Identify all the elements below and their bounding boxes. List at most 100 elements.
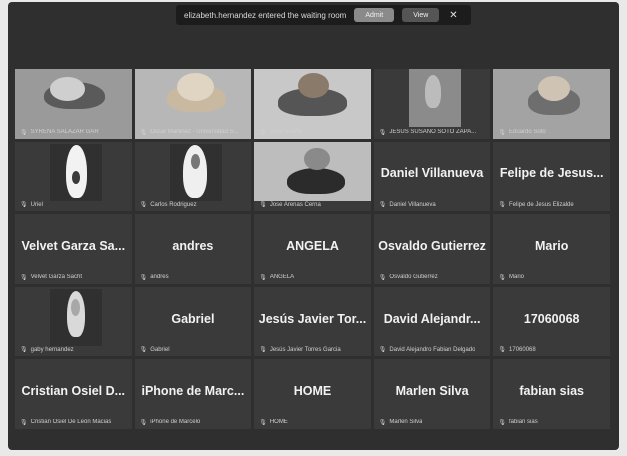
- participant-tile[interactable]: Marlen Silva 🎙 Marlen Silva: [373, 359, 491, 429]
- muted-mic-icon: 🎙: [139, 129, 148, 136]
- muted-mic-icon: 🎙: [498, 347, 507, 354]
- participant-name: gaby hernandez: [30, 346, 74, 353]
- participant-name-label: 🎙 Felipe de Jesus Elizalde: [498, 201, 574, 209]
- participant-name: ANGELA: [269, 274, 295, 281]
- participant-name-label: 🎙 Daniel Villanueva: [378, 201, 436, 209]
- participant-name: Uriel: [30, 201, 43, 208]
- participant-tile[interactable]: iPhone de Marc... 🎙 iPhone de Marcelo: [134, 359, 252, 429]
- participant-tile[interactable]: fabian sias 🎙 fabian sias: [493, 359, 610, 429]
- participant-video: [49, 143, 103, 202]
- muted-mic-icon: 🎙: [378, 202, 387, 209]
- participant-name: David Alejandro Fabian Delgado: [389, 346, 476, 353]
- muted-mic-icon: 🎙: [139, 202, 148, 209]
- muted-mic-icon: 🎙: [20, 419, 28, 426]
- muted-mic-icon: 🎙: [20, 347, 28, 354]
- participant-tile[interactable]: 🎙 SYRENA SALAZAR GAR: [15, 69, 132, 139]
- participant-name-label: 🎙 Uriel: [20, 201, 43, 209]
- participant-tile[interactable]: 17060068 🎙 17060068: [493, 286, 610, 357]
- participant-display-name: Mario: [535, 238, 569, 253]
- participant-tile[interactable]: HOME 🎙 HOME: [254, 359, 371, 429]
- meeting-window: elizabeth.hernandez entered the waiting …: [8, 2, 619, 450]
- participant-name: Jesús Javier Torres Garcia: [269, 346, 341, 353]
- muted-mic-icon: 🎙: [378, 129, 387, 136]
- muted-mic-icon: 🎙: [498, 202, 507, 209]
- participant-tile[interactable]: Osvaldo Gutierrez 🎙 Osvaldo Gutierrez: [373, 214, 491, 284]
- participant-video: [49, 288, 103, 347]
- participant-name: fabian sias: [509, 419, 538, 426]
- participant-display-name: Marlen Silva: [395, 384, 469, 399]
- muted-mic-icon: 🎙: [378, 419, 387, 426]
- gallery-grid: 🎙 SYRENA SALAZAR GAR 🎙 Oscar Martinez - Uni…: [15, 69, 610, 429]
- participant-name-label: 🎙 SYRENA SALAZAR GAR: [20, 129, 99, 136]
- participant-tile[interactable]: ANGELA 🎙 ANGELA: [254, 214, 371, 284]
- view-button[interactable]: View: [402, 8, 440, 22]
- participant-display-name: ANGELA: [286, 238, 339, 253]
- participant-name-label: 🎙 Oscar Martinez - Universidad S...: [140, 129, 239, 136]
- muted-mic-icon: 🎙: [139, 419, 148, 426]
- admit-button[interactable]: Admit: [354, 8, 395, 22]
- participant-name: Gabriel: [150, 346, 170, 353]
- participant-tile[interactable]: 🎙 Jose Arenas Cerna: [254, 141, 371, 212]
- participant-name: Velvet Garza Sacht: [30, 274, 82, 281]
- participant-display-name: Velvet Garza Sa...: [21, 238, 126, 253]
- participant-tile[interactable]: 🎙 JESUS SUSANO SOTO ZAPA...: [373, 69, 491, 139]
- participant-display-name: Cristian Osiel D...: [21, 384, 126, 399]
- participant-name: Daniel Villanueva: [389, 201, 436, 208]
- participant-tile[interactable]: andres 🎙 andres: [134, 214, 252, 284]
- participant-tile[interactable]: 🎙 gaby hernandez: [15, 286, 132, 357]
- participant-tile[interactable]: 🎙 Uriel: [15, 141, 132, 212]
- participant-name: Felipe de Jesus Elizalde: [509, 201, 574, 208]
- participant-name: SYRENA SALAZAR GAR: [30, 129, 99, 136]
- participant-tile[interactable]: Daniel Villanueva 🎙 Daniel Villanueva: [373, 141, 491, 212]
- participant-tile[interactable]: David Alejandr... 🎙 David Alejandro Fabian…: [373, 286, 491, 357]
- muted-mic-icon: 🎙: [20, 129, 28, 136]
- participant-display-name: Daniel Villanueva: [380, 166, 484, 181]
- muted-mic-icon: 🎙: [20, 274, 28, 281]
- participant-display-name: iPhone de Marc...: [141, 384, 245, 399]
- muted-mic-icon: 🎙: [139, 347, 148, 354]
- close-icon[interactable]: ✕: [449, 10, 457, 21]
- participant-name-label: 🎙 fabian sias: [498, 419, 537, 426]
- participant-name-label: 🎙 Cristian Osiel De León Macias: [20, 419, 111, 426]
- participant-tile[interactable]: Jesús Javier Tor... 🎙 Jesús Javier Torres …: [254, 286, 371, 357]
- participant-name-label: 🎙 Marlen Silva: [379, 419, 423, 426]
- participant-name: Oscar Martinez - Universidad S...: [150, 129, 239, 136]
- participant-tile[interactable]: Mario 🎙 Mario: [493, 214, 610, 284]
- participant-name-label: 🎙 HOME: [259, 419, 288, 426]
- participant-name: Marlen Silva: [389, 419, 423, 426]
- muted-mic-icon: 🎙: [378, 347, 387, 354]
- participant-name-label: 🎙 Jose Huerta: [259, 129, 302, 136]
- participant-tile[interactable]: 🎙 Carlos Rodriguez: [134, 141, 252, 212]
- participant-name: Carlos Rodriguez: [150, 201, 197, 208]
- muted-mic-icon: 🎙: [139, 274, 148, 281]
- participant-tile[interactable]: Gabriel 🎙 Gabriel: [134, 286, 252, 357]
- waiting-room-notification: elizabeth.hernandez entered the waiting …: [176, 5, 471, 25]
- muted-mic-icon: 🎙: [259, 419, 267, 426]
- participant-name-label: 🎙 Osvaldo Gutierrez: [379, 274, 438, 281]
- participant-video: [254, 141, 371, 202]
- participant-display-name: Felipe de Jesus...: [499, 166, 604, 181]
- participant-name-label: 🎙 iPhone de Marcelo: [140, 419, 201, 426]
- muted-mic-icon: 🎙: [378, 274, 387, 281]
- participant-name: Cristian Osiel De León Macias: [30, 419, 112, 426]
- participant-name: Eduardo Soto: [509, 129, 546, 136]
- participant-display-name: HOME: [293, 384, 332, 399]
- participant-name: Jose Arenas Cerna: [269, 201, 321, 208]
- participant-name: Jose Huerta: [269, 129, 303, 136]
- muted-mic-icon: 🎙: [259, 347, 267, 354]
- participant-tile[interactable]: Velvet Garza Sa... 🎙 Velvet Garza Sacht: [15, 214, 132, 284]
- participant-tile[interactable]: 🎙 Eduardo Soto: [493, 69, 610, 139]
- participant-name-label: 🎙 Carlos Rodriguez: [139, 201, 197, 209]
- participant-name: andres: [150, 274, 169, 281]
- muted-mic-icon: 🎙: [20, 202, 28, 209]
- participant-display-name: andres: [172, 238, 214, 253]
- muted-mic-icon: 🎙: [259, 274, 267, 281]
- participant-video: [169, 143, 223, 202]
- participant-tile[interactable]: 🎙 Jose Huerta: [254, 69, 371, 139]
- participant-tile[interactable]: 🎙 Oscar Martinez - Universidad S...: [134, 69, 252, 139]
- notification-text: elizabeth.hernandez entered the waiting …: [184, 10, 347, 20]
- participant-name-label: 🎙 Jesús Javier Torres Garcia: [259, 346, 341, 354]
- participant-tile[interactable]: Felipe de Jesus... 🎙 Felipe de Jesus Eliza…: [493, 141, 610, 212]
- participant-video: [408, 69, 462, 127]
- participant-tile[interactable]: Cristian Osiel D... 🎙 Cristian Osiel De Le…: [15, 359, 132, 429]
